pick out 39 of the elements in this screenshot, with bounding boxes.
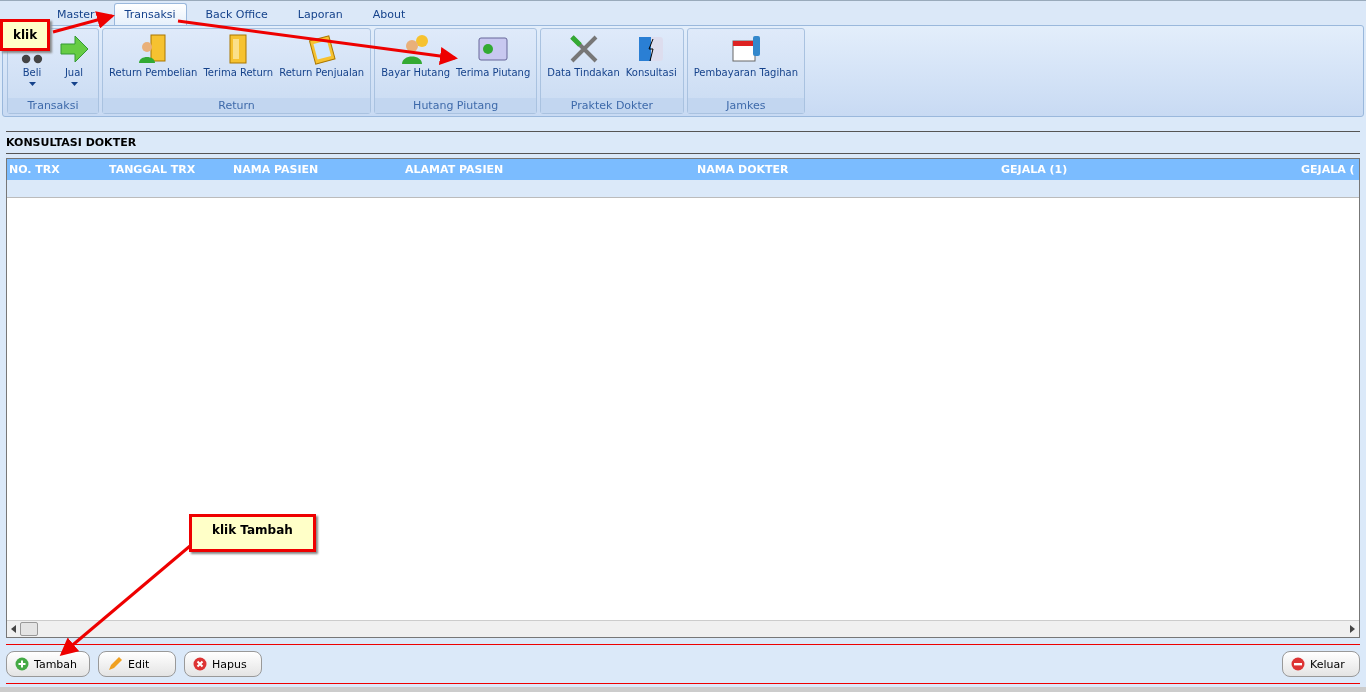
ribbon-tab[interactable]: Laporan <box>286 3 354 25</box>
ribbon-button[interactable]: Konsultasi <box>623 31 679 98</box>
arrow-icon <box>58 33 90 65</box>
group-title: Return <box>103 98 371 113</box>
ribbon-button[interactable]: Bayar Hutang <box>379 31 453 98</box>
ribbon-button[interactable]: Return Pembelian <box>107 31 200 98</box>
annotation-tooltip: klik Tambah <box>189 514 316 552</box>
group-title: Hutang Piutang <box>375 98 537 113</box>
ribbon-button[interactable]: Terima Piutang <box>454 31 533 98</box>
annotation-arrow <box>52 11 115 34</box>
action-button[interactable]: Edit <box>98 651 177 677</box>
group-title: Transaksi <box>8 98 98 113</box>
ribbon-tab[interactable]: About <box>361 3 417 25</box>
group-title: Praktek Dokter <box>541 98 683 113</box>
group-title: Jamkes <box>687 98 805 113</box>
pencil-icon <box>107 656 124 672</box>
calendar-icon <box>729 33 762 65</box>
wheels-icon <box>21 54 43 64</box>
no-entry-icon <box>1291 657 1305 671</box>
scroll-left-icon[interactable] <box>11 625 16 633</box>
plus-icon <box>15 657 29 671</box>
action-button[interactable]: Tambah <box>6 651 91 677</box>
ribbon-tab[interactable]: Back Office <box>194 3 279 25</box>
scroll-thumb[interactable] <box>20 622 38 636</box>
new-row[interactable] <box>7 180 1359 198</box>
horizontal-scrollbar[interactable] <box>7 620 1359 637</box>
ribbon-button[interactable]: Return Penjualan <box>277 31 367 98</box>
delete-icon <box>193 657 208 671</box>
ribbon-button[interactable]: Pembayaran Tagihan <box>691 31 801 98</box>
exit-button[interactable]: Keluar <box>1282 651 1360 677</box>
annotation-tooltip: klik <box>0 19 51 51</box>
action-button[interactable]: Hapus <box>184 651 263 677</box>
ribbon-tab[interactable]: Transaksi <box>113 3 187 25</box>
scroll-right-icon[interactable] <box>1350 625 1355 633</box>
ribbon-button[interactable]: Data Tindakan <box>545 31 622 98</box>
ribbon-button[interactable]: Jual <box>54 31 94 98</box>
ribbon-button[interactable]: Terima Return <box>201 31 276 98</box>
tools-icon <box>567 33 600 65</box>
section-title: KONSULTASI DOKTER <box>6 131 1360 154</box>
